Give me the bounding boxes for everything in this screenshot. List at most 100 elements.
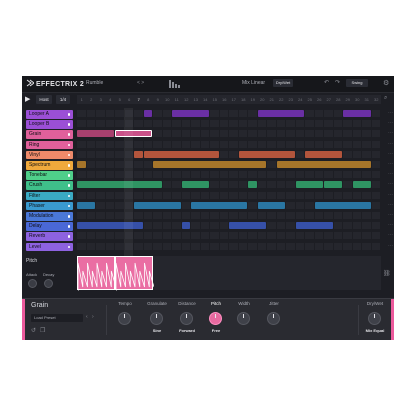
grid-cell[interactable] — [267, 130, 276, 138]
grid-cell[interactable] — [238, 232, 247, 240]
grid-cell[interactable] — [191, 140, 200, 148]
grid-cell[interactable] — [295, 201, 304, 209]
grid-cell[interactable] — [295, 171, 304, 179]
grid-cell[interactable] — [181, 232, 190, 240]
grid-cell[interactable] — [276, 212, 285, 219]
grid-cell[interactable] — [105, 232, 114, 240]
grid-cell[interactable] — [362, 140, 371, 148]
grid-cell[interactable] — [191, 242, 200, 250]
effect-dot-icon[interactable] — [67, 245, 70, 249]
grid-cell[interactable] — [314, 110, 323, 117]
grid-cell[interactable] — [200, 242, 209, 250]
grid-cell[interactable] — [324, 232, 333, 240]
grid-cell[interactable] — [105, 212, 114, 219]
grid-cell[interactable] — [305, 242, 314, 250]
ruler-step[interactable]: 29 — [343, 95, 353, 104]
grid-cell[interactable] — [96, 110, 105, 117]
grid-cell[interactable] — [153, 110, 162, 117]
reset-icon[interactable]: ↺ — [31, 327, 36, 334]
grid-cell[interactable] — [343, 242, 352, 250]
grid-cell[interactable] — [333, 222, 342, 230]
grid-cell[interactable] — [77, 232, 86, 240]
decay-knob[interactable] — [44, 279, 53, 288]
ruler-step[interactable]: 16 — [220, 95, 230, 104]
grid-cell[interactable] — [314, 171, 323, 179]
grid-cell[interactable] — [238, 212, 247, 219]
grid-cell[interactable] — [257, 130, 266, 138]
grid-cell[interactable] — [238, 140, 247, 148]
search-icon[interactable]: ⌕ — [384, 95, 387, 102]
grid-cell[interactable] — [286, 212, 295, 219]
effect-label[interactable]: Looper A — [26, 110, 73, 119]
grid-cell[interactable] — [219, 110, 228, 117]
grid-cell[interactable] — [153, 222, 162, 230]
row-menu-icon[interactable]: ⋯ — [388, 120, 393, 126]
effect-clip[interactable] — [191, 201, 247, 209]
ruler-step[interactable]: 2 — [87, 95, 97, 104]
grid-cell[interactable] — [172, 212, 181, 219]
grid-cell[interactable] — [362, 222, 371, 230]
effect-clip[interactable] — [134, 150, 143, 158]
grid-cell[interactable] — [248, 201, 257, 209]
next-preset-icon[interactable]: › — [92, 314, 94, 320]
grid-cell[interactable] — [115, 140, 124, 148]
effect-label[interactable]: Crush — [26, 181, 73, 190]
grid-cell[interactable] — [286, 120, 295, 128]
grid-cell[interactable] — [181, 191, 190, 199]
grid-cell[interactable] — [267, 191, 276, 199]
grid-cell[interactable] — [219, 171, 228, 179]
ruler-step[interactable]: 25 — [305, 95, 315, 104]
grid-cell[interactable] — [210, 232, 219, 240]
grid-cell[interactable] — [286, 181, 295, 189]
grid-cell[interactable] — [371, 201, 380, 209]
grid-cell[interactable] — [295, 150, 304, 158]
grid-cell[interactable] — [77, 212, 86, 219]
effect-clip[interactable] — [257, 110, 304, 117]
grid-cell[interactable] — [115, 191, 124, 199]
effect-clip[interactable] — [305, 150, 342, 158]
grid-cell[interactable] — [219, 140, 228, 148]
grid-cell[interactable] — [305, 130, 314, 138]
grid-cell[interactable] — [248, 140, 257, 148]
grid-cell[interactable] — [314, 130, 323, 138]
play-icon[interactable]: ▶ — [25, 95, 33, 104]
grid-cell[interactable] — [115, 150, 124, 158]
effect-label[interactable]: Phaser — [26, 201, 73, 211]
ruler-step[interactable]: 32 — [372, 95, 382, 104]
effect-dot-icon[interactable] — [67, 225, 70, 228]
grid-cell[interactable] — [86, 120, 95, 128]
grid-cell[interactable] — [257, 232, 266, 240]
grid-cell[interactable] — [333, 171, 342, 179]
grid-cell[interactable] — [181, 171, 190, 179]
grid-cell[interactable] — [229, 232, 238, 240]
grid-cell[interactable] — [219, 181, 228, 189]
grid-cell[interactable] — [343, 140, 352, 148]
grid-cell[interactable] — [96, 120, 105, 128]
grid-cell[interactable] — [257, 120, 266, 128]
effect-clip[interactable] — [276, 161, 371, 168]
grid-cell[interactable] — [219, 120, 228, 128]
row-menu-icon[interactable]: ⋯ — [388, 202, 393, 208]
grid-cell[interactable] — [134, 242, 143, 250]
grid-cell[interactable] — [181, 130, 190, 138]
grid-cell[interactable] — [134, 110, 143, 117]
grid-cell[interactable] — [172, 222, 181, 230]
grid-cell[interactable] — [143, 171, 152, 179]
grid-cell[interactable] — [295, 212, 304, 219]
param-knob[interactable] — [267, 312, 280, 325]
grid-cell[interactable] — [276, 140, 285, 148]
effect-clip[interactable] — [295, 181, 323, 189]
grid-cell[interactable] — [371, 161, 380, 168]
grid-cell[interactable] — [229, 191, 238, 199]
grid-cell[interactable] — [115, 120, 124, 128]
grid-cell[interactable] — [229, 120, 238, 128]
grid-cell[interactable] — [96, 232, 105, 240]
grid-cell[interactable] — [305, 201, 314, 209]
grid-cell[interactable] — [86, 140, 95, 148]
grid-cell[interactable] — [371, 191, 380, 199]
grid-cell[interactable] — [200, 191, 209, 199]
grid-cell[interactable] — [305, 212, 314, 219]
grid-cell[interactable] — [267, 222, 276, 230]
grid-cell[interactable] — [96, 140, 105, 148]
grid-cell[interactable] — [314, 120, 323, 128]
